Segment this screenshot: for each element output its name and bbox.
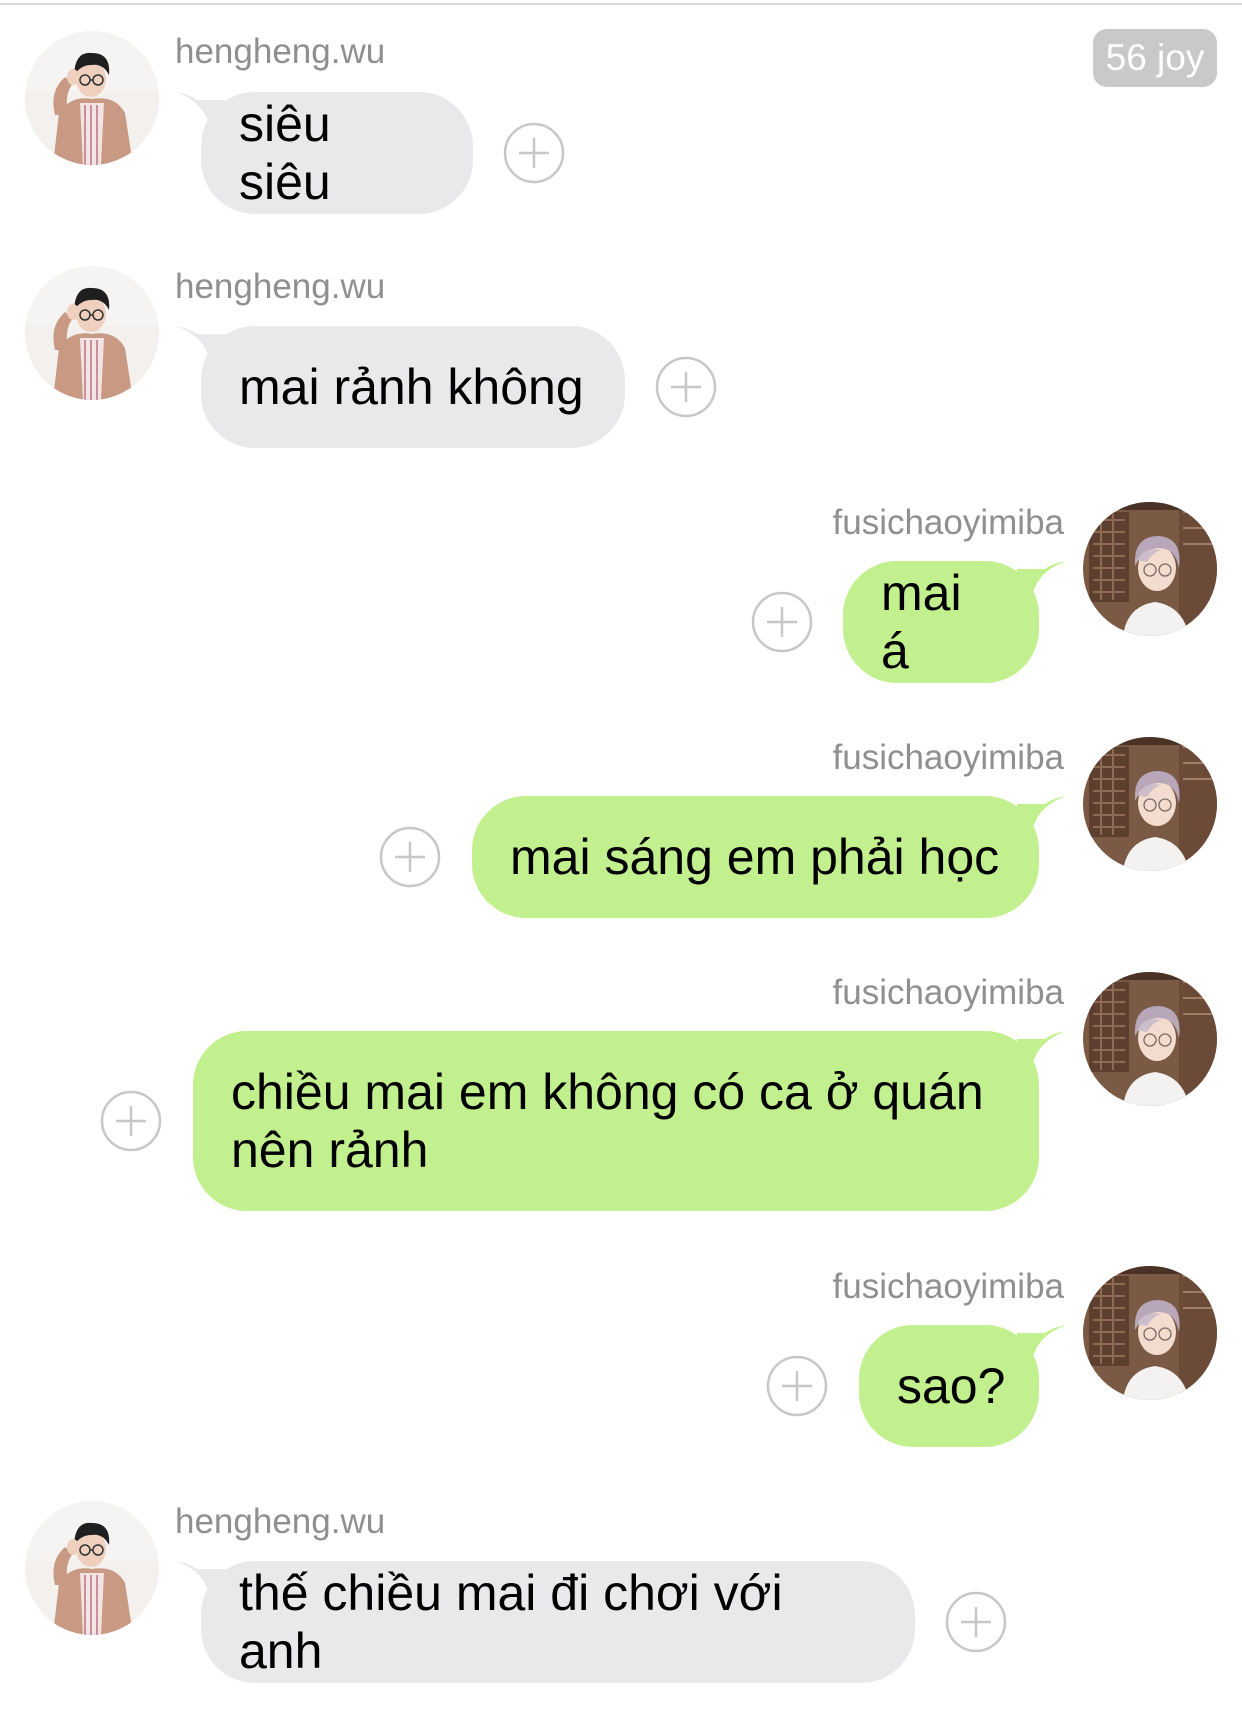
avatar-hengheng[interactable] — [25, 266, 159, 400]
message-text: chiều mai em không có ca ở quán nên rảnh — [231, 1064, 984, 1178]
avatar-fusichaoyimiba[interactable] — [1083, 502, 1217, 636]
sender-name: fusichaoyimiba — [832, 1267, 1065, 1306]
add-reaction-icon[interactable] — [100, 1090, 162, 1152]
message-bubble[interactable]: mai á — [843, 561, 1039, 683]
sender-name: hengheng.wu — [175, 1502, 386, 1541]
message-bubble[interactable]: thế chiều mai đi chơi với anh — [201, 1561, 915, 1683]
top-divider — [0, 3, 1242, 5]
sender-name: hengheng.wu — [175, 32, 386, 71]
message-bubble[interactable]: mai rảnh không — [201, 326, 625, 448]
add-reaction-icon[interactable] — [766, 1355, 828, 1417]
message-bubble[interactable]: chiều mai em không có ca ở quán nên rảnh — [193, 1031, 1039, 1211]
message-bubble[interactable]: mai sáng em phải học — [472, 796, 1039, 918]
sender-name: fusichaoyimiba — [832, 973, 1065, 1012]
add-reaction-icon[interactable] — [379, 826, 441, 888]
add-reaction-icon[interactable] — [945, 1591, 1007, 1653]
unread-count-badge[interactable]: 56 joy — [1093, 29, 1217, 87]
avatar-hengheng[interactable] — [25, 31, 159, 165]
avatar-fusichaoyimiba[interactable] — [1083, 737, 1217, 871]
message-text: thế chiều mai đi chơi với anh — [239, 1565, 797, 1679]
avatar-hengheng[interactable] — [25, 1501, 159, 1635]
message-text: sao? — [897, 1358, 1006, 1414]
sender-name: fusichaoyimiba — [832, 738, 1065, 777]
add-reaction-icon[interactable] — [503, 122, 565, 184]
message-text: mai á — [881, 565, 976, 679]
add-reaction-icon[interactable] — [655, 356, 717, 418]
avatar-fusichaoyimiba[interactable] — [1083, 1266, 1217, 1400]
message-bubble[interactable]: sao? — [859, 1325, 1039, 1447]
message-bubble[interactable]: siêu siêu — [201, 92, 473, 214]
message-text: siêu siêu — [239, 96, 345, 210]
sender-name: hengheng.wu — [175, 267, 386, 306]
add-reaction-icon[interactable] — [751, 591, 813, 653]
message-text: mai sáng em phải học — [510, 829, 1000, 885]
message-text: mai rảnh không — [239, 359, 584, 415]
sender-name: fusichaoyimiba — [832, 503, 1065, 542]
avatar-fusichaoyimiba[interactable] — [1083, 972, 1217, 1106]
